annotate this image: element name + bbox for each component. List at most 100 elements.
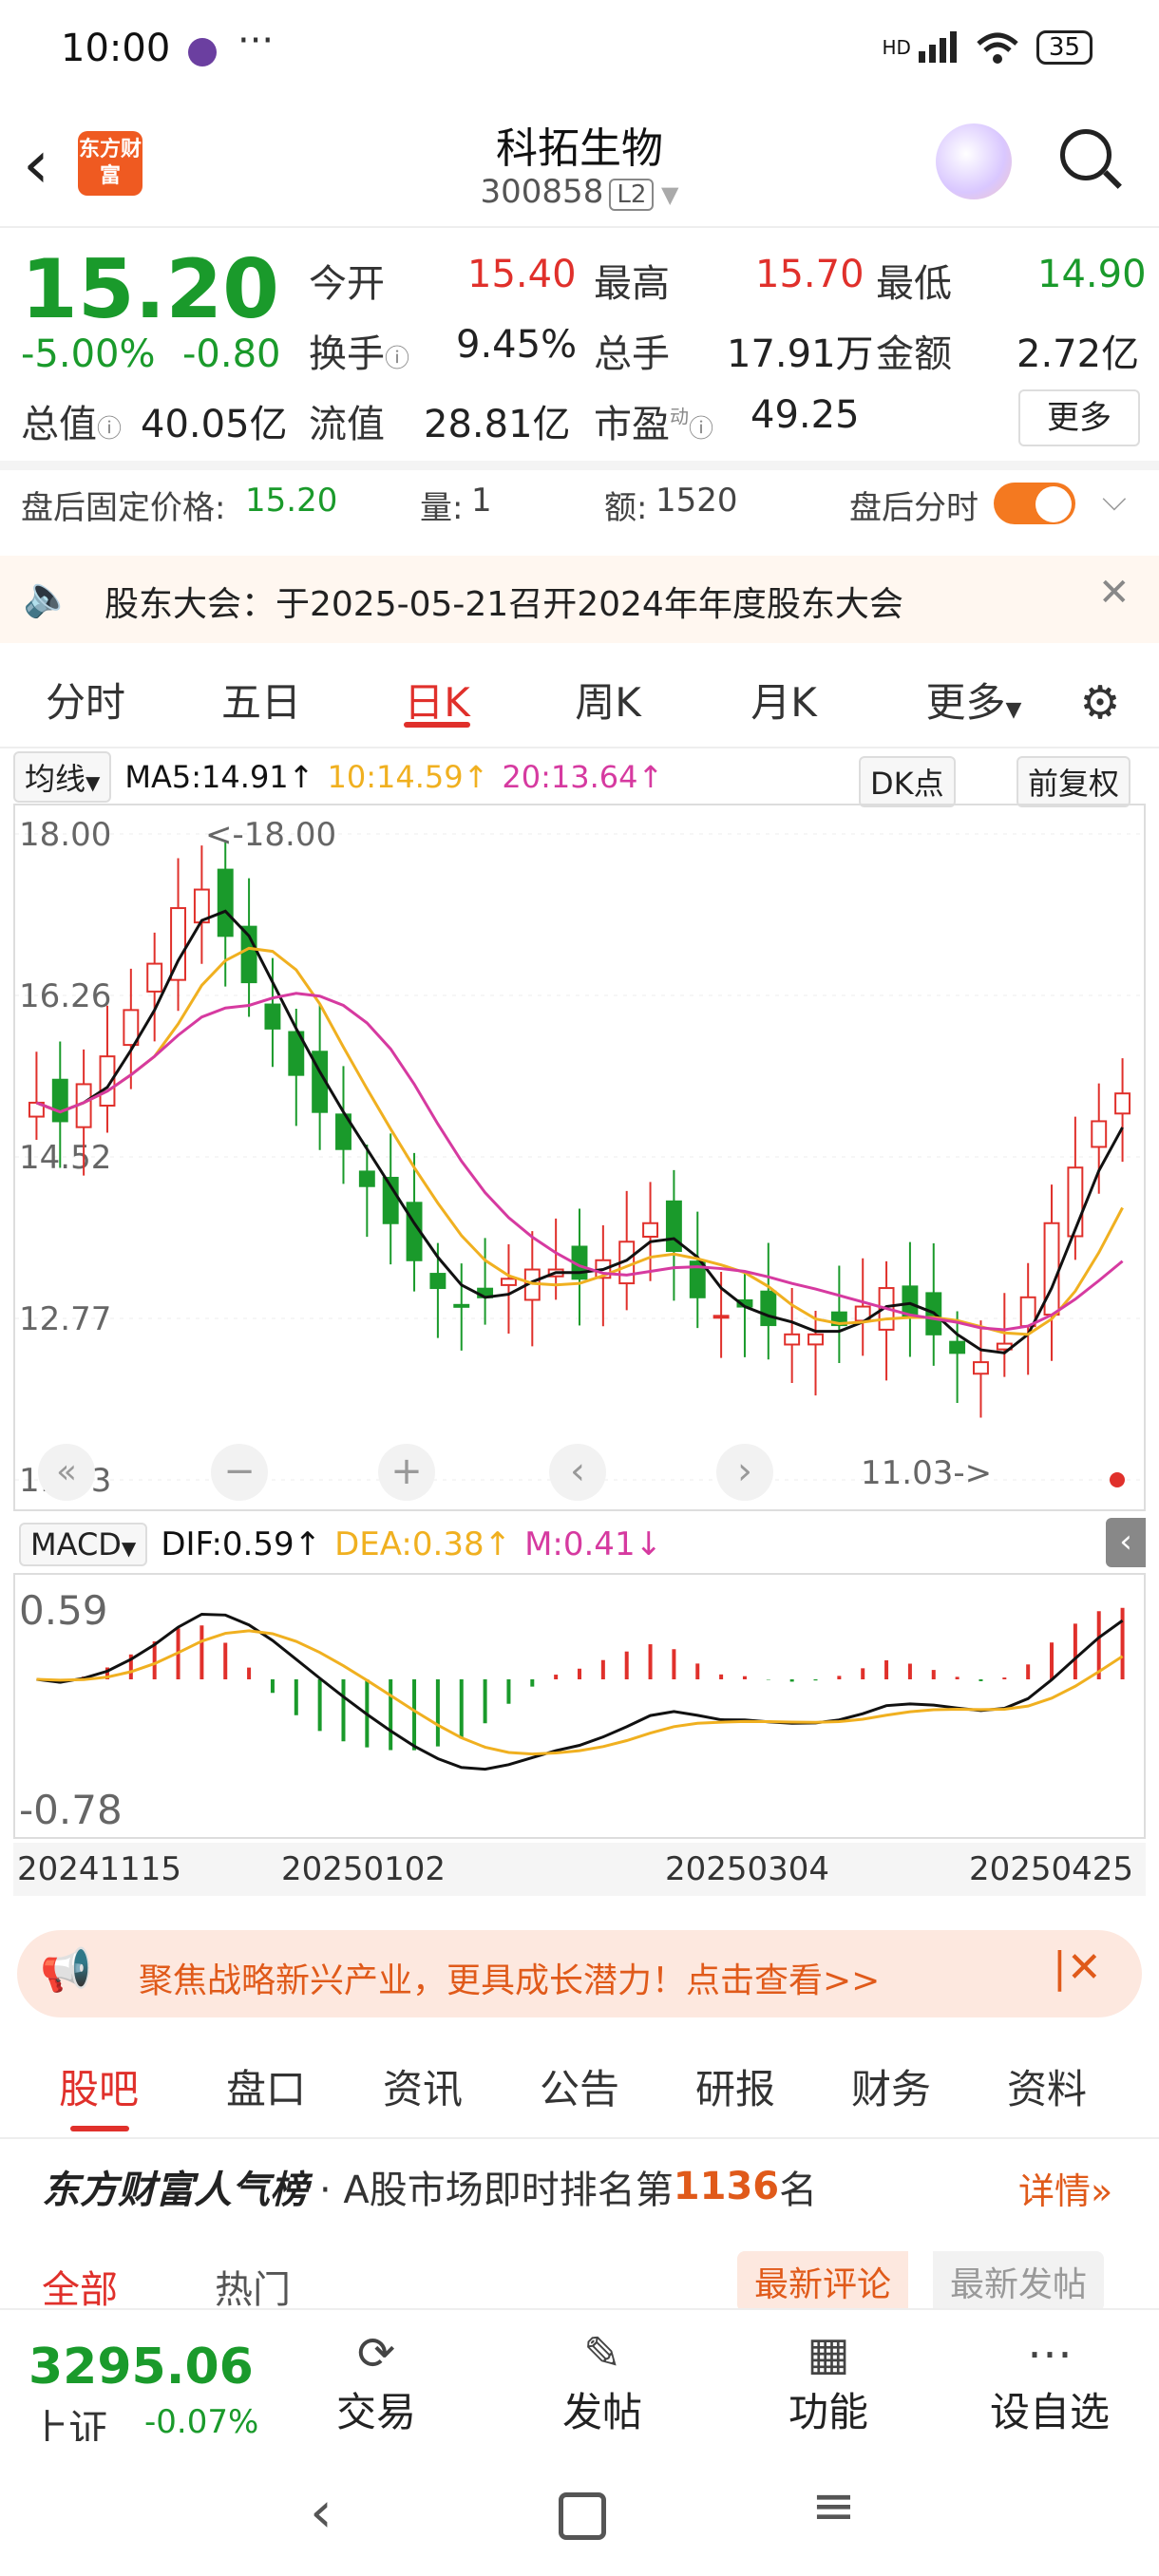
info-icon: ⓘ — [385, 345, 410, 373]
tab-announcements[interactable]: 公告 — [522, 2042, 636, 2137]
after-hours-price-label: 盘后固定价格: — [21, 489, 226, 527]
pe-label[interactable]: 市盈动ⓘ — [594, 393, 713, 448]
zoom-in-icon[interactable]: + — [378, 1444, 435, 1501]
open-value: 15.40 — [467, 253, 577, 296]
macd-chart[interactable]: 0.59 -0.78 — [13, 1573, 1146, 1839]
after-hours-amt-label: 额: — [604, 489, 648, 527]
change-value: -0.80 — [182, 332, 281, 376]
app-notification-icon — [188, 38, 217, 66]
pe-label-text: 市盈 — [594, 403, 670, 446]
tab-forum[interactable]: 股吧 — [42, 2042, 156, 2137]
popularity-rank[interactable]: 东方财富人气榜 · A股市场即时排名第 1136 名 详情» — [0, 2149, 1159, 2225]
adjust-button[interactable]: 前复权 — [1016, 756, 1131, 807]
zoom-out-icon[interactable]: − — [211, 1444, 268, 1501]
tab-more-label: 更多 — [925, 679, 1006, 726]
tab-news[interactable]: 资讯 — [366, 2042, 480, 2137]
y-tick-label: 12.77 — [19, 1300, 111, 1338]
wifi-icon — [977, 32, 1018, 64]
chevron-down-icon: ▼ — [86, 771, 101, 794]
nav-trade[interactable]: ⟳ 交易 — [329, 2327, 424, 2438]
tab-profile[interactable]: 资料 — [990, 2042, 1104, 2137]
stock-code: 300858 — [480, 173, 604, 211]
pe-value: 49.25 — [750, 393, 860, 437]
double-chevron-right-icon: » — [1091, 2170, 1113, 2212]
candle — [500, 1278, 517, 1286]
more-button[interactable]: 更多 — [1018, 389, 1140, 446]
battery-icon: 35 — [1036, 30, 1092, 65]
candle — [712, 1315, 730, 1319]
rank-details-link[interactable]: 详情» — [1018, 2162, 1112, 2214]
collapse-icon[interactable]: ‹ — [1106, 1518, 1146, 1567]
volume-value: 17.91万 — [727, 332, 874, 376]
open-label: 今开 — [309, 262, 385, 306]
gear-icon[interactable]: ⚙ — [1072, 655, 1129, 750]
trade-icon: ⟳ — [356, 2327, 396, 2380]
turnover-label[interactable]: 换手ⓘ — [309, 323, 409, 378]
nav-functions[interactable]: ▦ 功能 — [781, 2327, 876, 2438]
grid-icon: ▦ — [807, 2327, 850, 2380]
scroll-left-icon[interactable]: « — [38, 1444, 95, 1501]
nav-post[interactable]: ✎ 发帖 — [555, 2327, 650, 2438]
candle — [146, 962, 163, 993]
filter-hot[interactable]: 热门 — [215, 2259, 291, 2314]
home-icon[interactable] — [559, 2492, 606, 2540]
ma10-value: 10:14.59↑ — [327, 759, 489, 795]
tab-five-day[interactable]: 五日 — [204, 655, 318, 750]
candle — [949, 1340, 966, 1354]
mcap-label[interactable]: 总值ⓘ — [21, 393, 122, 448]
network-label: HD — [882, 36, 911, 59]
volume-label: 总手 — [594, 332, 670, 376]
nav-watchlist[interactable]: ⋯ 设自选 — [978, 2327, 1121, 2438]
tab-weekly-k[interactable]: 周K — [551, 655, 665, 750]
dk-button[interactable]: DK点 — [859, 756, 956, 807]
divider — [0, 226, 1159, 228]
ma-selector[interactable]: 均线▼ — [13, 751, 112, 803]
tab-finance[interactable]: 财务 — [834, 2042, 948, 2137]
tab-more[interactable]: 更多▼ — [902, 655, 1045, 750]
filter-latest-post[interactable]: 最新发帖 — [933, 2251, 1105, 2312]
macd-legend: MACD▼ DIF:0.59↑ DEA:0.38↑ M:0.41↓ ‹ — [13, 1518, 1146, 1571]
float-value: 28.81亿 — [424, 403, 571, 446]
low-label: 最低 — [876, 262, 952, 306]
after-hours-price: 15.20 — [245, 482, 338, 520]
low-value: 14.90 — [1037, 253, 1147, 296]
prev-icon[interactable]: ‹ — [549, 1444, 606, 1501]
amount-label: 金额 — [876, 332, 952, 376]
tab-intraday[interactable]: 分时 — [28, 655, 142, 750]
tab-orderbook[interactable]: 盘口 — [209, 2042, 323, 2137]
promo-banner[interactable]: 📢 聚焦战略新兴产业，更具成长潜力！点击查看>> |✕ — [17, 1930, 1142, 2017]
notice-bar[interactable]: 🔈 股东大会：于2025-05-21召开2024年年度股东大会 ✕ — [0, 556, 1159, 643]
dif-line — [36, 1612, 1124, 1771]
next-icon[interactable]: › — [716, 1444, 773, 1501]
tab-research[interactable]: 研报 — [678, 2042, 792, 2137]
rank-details-label: 详情 — [1018, 2170, 1092, 2212]
menu-icon[interactable]: ≡ — [811, 2475, 856, 2537]
filter-latest-comment[interactable]: 最新评论 — [737, 2251, 909, 2312]
assistant-avatar[interactable] — [936, 123, 1012, 199]
after-hours-qty: 1 — [471, 482, 492, 520]
back-icon[interactable]: ‹ — [310, 2479, 332, 2546]
speaker-icon: 🔈 — [23, 573, 73, 619]
kline-chart[interactable]: 18.0016.2614.5212.7711.03<-18.0011.03-> — [13, 804, 1146, 1511]
info-icon: ⓘ — [97, 415, 123, 444]
candle — [217, 868, 234, 938]
filter-all[interactable]: 全部 — [42, 2259, 118, 2314]
status-time: 10:00 — [61, 27, 171, 70]
divider — [0, 2137, 1159, 2139]
close-icon[interactable]: |✕ — [1053, 1943, 1102, 1992]
y-tick-label: 16.26 — [19, 977, 111, 1015]
macd-selector[interactable]: MACD▼ — [19, 1523, 148, 1566]
close-icon[interactable]: ✕ — [1098, 571, 1130, 615]
dif-value: DIF:0.59↑ — [161, 1525, 322, 1563]
content-tabs: 股吧 盘口 资讯 公告 研报 财务 资料 — [0, 2042, 1159, 2137]
dots-circle-icon: ⋯ — [1027, 2327, 1073, 2380]
after-hours-amt: 1520 — [656, 482, 738, 520]
candle — [358, 1170, 375, 1187]
tab-daily-k[interactable]: 日K — [380, 655, 494, 750]
tab-monthly-k[interactable]: 月K — [727, 655, 841, 750]
chevron-down-icon[interactable]: ⌵ — [1102, 481, 1127, 519]
chart-tabs: 分时 五日 日K 周K 月K 更多▼ ⚙ — [0, 655, 1159, 750]
status-icons: HD 35 — [882, 28, 1092, 66]
ma-selector-label: 均线 — [25, 761, 86, 797]
index-value[interactable]: 3295.06 — [28, 2339, 254, 2396]
